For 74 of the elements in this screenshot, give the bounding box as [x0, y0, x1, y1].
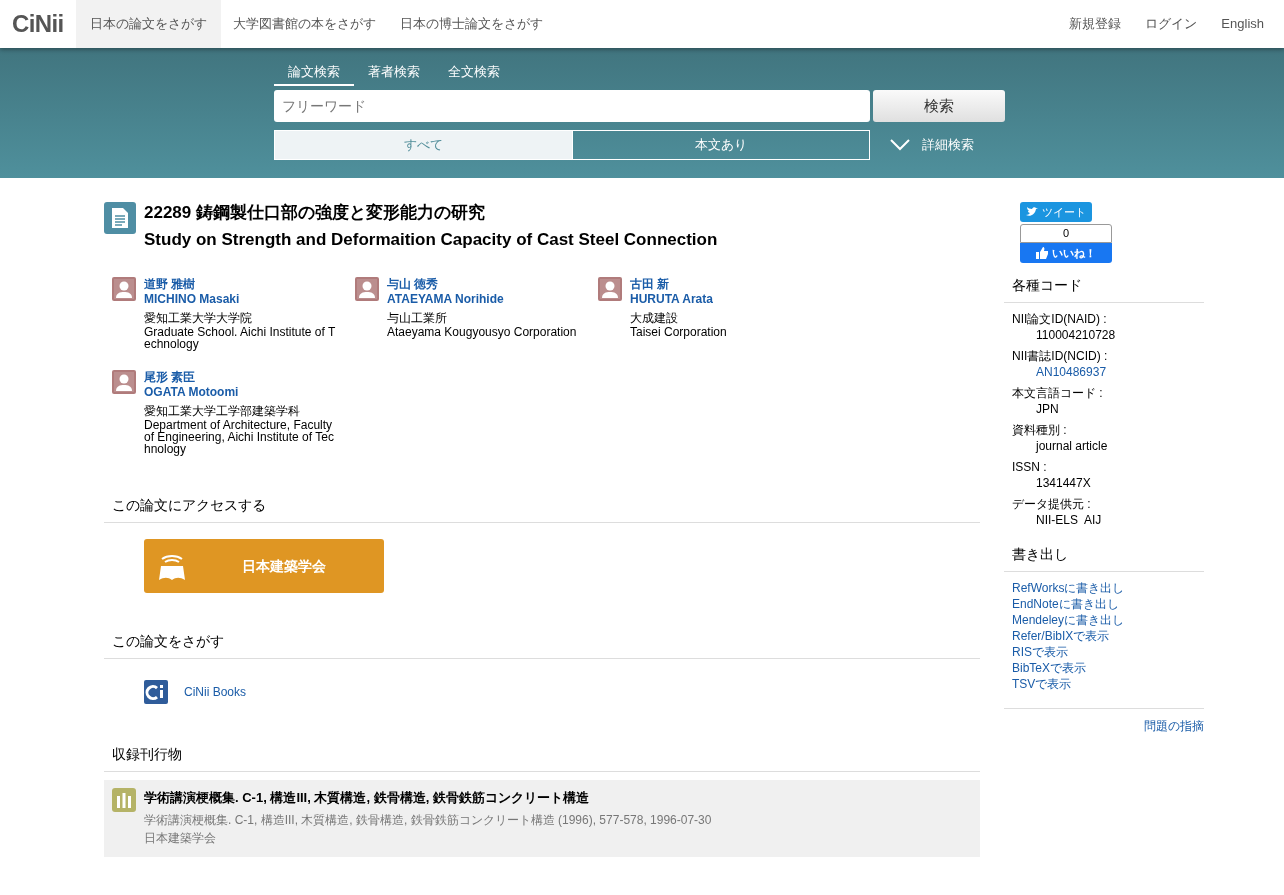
export-link[interactable]: EndNoteに書き出し	[1012, 596, 1119, 612]
author-affiliation-english: Ataeyama Kougyousyo Corporation	[387, 326, 578, 338]
nav-tab[interactable]: 日本の博士論文をさがす	[387, 0, 555, 48]
person-silhouette-icon	[598, 277, 622, 301]
report-problem-link[interactable]: 問題の指摘	[1144, 717, 1204, 735]
export-link[interactable]: BibTeXで表示	[1012, 660, 1087, 676]
header-link[interactable]: 新規登録	[1057, 0, 1134, 48]
document-icon	[104, 202, 136, 234]
export-link[interactable]: Refer/BibIXで表示	[1012, 628, 1110, 644]
code-label: ISSN :	[1012, 460, 1048, 475]
thumbs-up-icon	[1036, 247, 1048, 259]
export-link[interactable]: RefWorksに書き出し	[1012, 580, 1125, 596]
author-name-english[interactable]: MICHINO Masaki	[144, 292, 339, 307]
code-value: JPN	[1036, 401, 1060, 417]
code-value: journal article	[1036, 438, 1109, 454]
header-link[interactable]: English	[1209, 0, 1276, 48]
filter-tab[interactable]: すべて	[275, 131, 572, 159]
code-label: NII論文ID(NAID) :	[1012, 312, 1108, 327]
person-silhouette-icon	[355, 277, 379, 301]
like-button[interactable]: いいね！	[1020, 243, 1112, 263]
author-affiliation: 与山工業所	[387, 311, 448, 326]
author-name-english[interactable]: HURUTA Arata	[630, 292, 825, 307]
bar-chart-icon	[112, 788, 136, 812]
author-name-english[interactable]: OGATA Motoomi	[144, 385, 339, 400]
code-label: データ提供元 :	[1012, 497, 1092, 512]
author-name[interactable]: 古田 新	[630, 277, 825, 292]
author-affiliation-english: Taisei Corporation	[630, 326, 728, 338]
author-name-english[interactable]: ATAEYAMA Norihide	[387, 292, 582, 307]
journal-title[interactable]: 学術講演梗概集. C-1, 構造III, 木質構造, 鉄骨構造, 鉄骨鉄筋コンクリート構造	[144, 788, 712, 808]
search-tab[interactable]: 論文検索	[274, 62, 354, 86]
journal-detail: 学術講演梗概集. C-1, 構造III, 木質構造, 鉄骨構造, 鉄骨鉄筋コンクリート構造 (1996), 577-578, 1996-07-30	[144, 811, 712, 829]
article-title-english: Study on Strength and Deformaition Capacity of Cast Steel Connection	[144, 229, 718, 251]
ci-logo-icon	[144, 680, 168, 704]
author-name[interactable]: 与山 徳秀	[387, 277, 582, 292]
code-label: 資料種別 :	[1012, 423, 1068, 438]
section-heading: この論文をさがす	[104, 631, 980, 659]
author-name[interactable]: 道野 雅樹	[144, 277, 339, 292]
article-title: 22289 鋳鋼製仕口部の強度と変形能力の研究	[144, 202, 486, 224]
cinii-books-link[interactable]: CiNii Books	[184, 683, 246, 701]
search-button[interactable]: 検索	[873, 90, 1005, 122]
nav-tab[interactable]: 日本の論文をさがす	[75, 0, 221, 48]
export-link[interactable]: Mendeleyに書き出し	[1012, 612, 1125, 628]
author-affiliation-english: Department of Architecture, Faculty of Engineering, Aichi Institute of Technology	[144, 419, 335, 455]
search-tab[interactable]: 著者検索	[354, 62, 434, 86]
search-tab[interactable]: 全文検索	[434, 62, 514, 86]
person-silhouette-icon	[112, 277, 136, 301]
section-heading: 書き出し	[1004, 544, 1204, 572]
export-link[interactable]: TSVで表示	[1012, 676, 1072, 692]
code-link[interactable]: AN10486937	[1036, 364, 1196, 380]
like-count: 0	[1020, 224, 1112, 243]
journal-publisher: 日本建築学会	[144, 829, 217, 847]
author-affiliation-english: Graduate School. Aichi Institute of Technology	[144, 326, 337, 350]
search-field[interactable]: フリーワード	[274, 90, 870, 122]
author-affiliation: 愛知工業大学工学部建築学科	[144, 404, 301, 419]
section-heading: この論文にアクセスする	[104, 495, 980, 523]
header-link[interactable]: ログイン	[1133, 0, 1210, 48]
code-value: 1341447X	[1036, 475, 1092, 491]
chevron-down-icon	[890, 139, 910, 151]
author-name[interactable]: 尾形 素臣	[144, 370, 339, 385]
filter-tab[interactable]: 本文あり	[571, 131, 869, 159]
section-heading: 各種コード	[1004, 275, 1204, 303]
section-heading: 収録刊行物	[104, 744, 980, 772]
author-affiliation: 大成建設	[630, 311, 679, 326]
code-value: 110004210728	[1036, 327, 1117, 343]
person-silhouette-icon	[112, 370, 136, 394]
advanced-search-toggle[interactable]: 詳細検索	[890, 135, 974, 155]
logo[interactable]: CiNii	[12, 6, 64, 42]
code-label: NII書誌ID(NCID) :	[1012, 349, 1109, 364]
code-label: 本文言語コード :	[1012, 386, 1104, 401]
author-affiliation: 愛知工業大学大学院	[144, 311, 253, 326]
code-value: NII-ELS AIJ	[1036, 512, 1103, 528]
nav-tab[interactable]: 大学図書館の本をさがす	[220, 0, 388, 48]
export-link[interactable]: RISで表示	[1012, 644, 1068, 660]
bird-icon	[1026, 207, 1038, 217]
